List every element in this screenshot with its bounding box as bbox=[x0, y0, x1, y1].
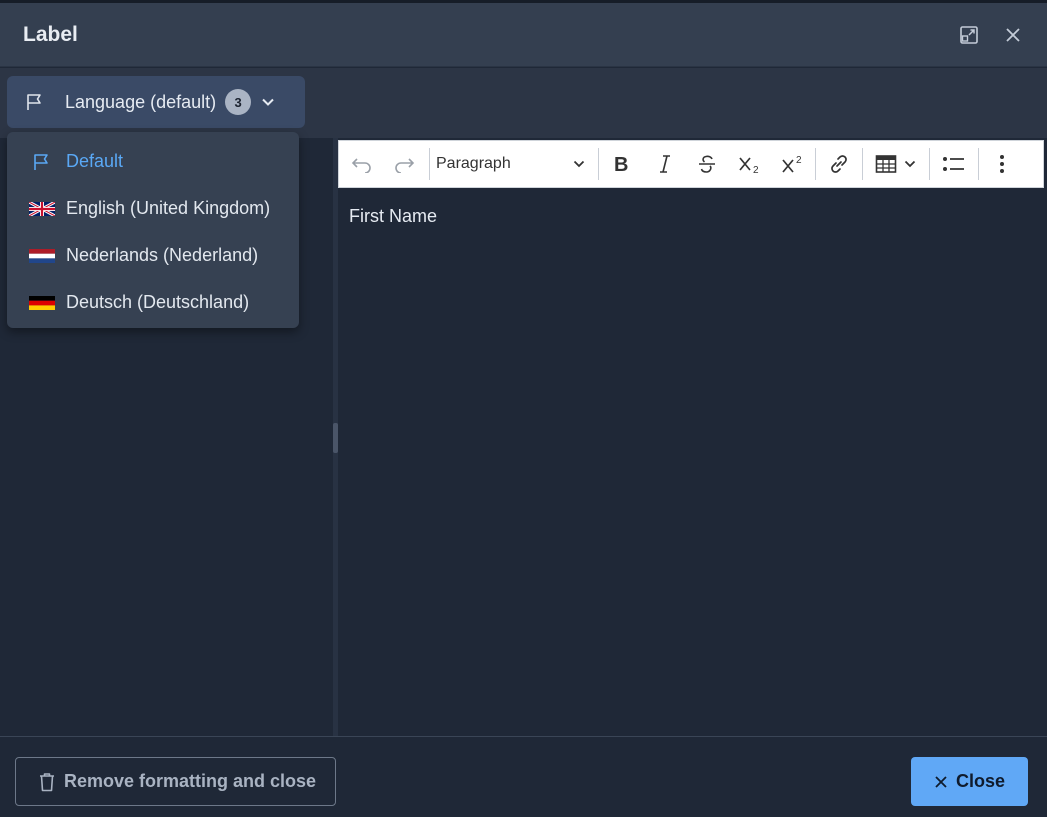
language-option-german[interactable]: Deutsch (Deutschland) bbox=[7, 279, 299, 326]
expand-button[interactable] bbox=[957, 23, 981, 47]
expand-icon bbox=[960, 26, 978, 44]
subscript-icon: 2 bbox=[739, 157, 759, 174]
more-options-button[interactable] bbox=[979, 146, 1025, 182]
svg-text:B: B bbox=[614, 154, 628, 174]
de-flag-icon bbox=[29, 295, 55, 311]
editor-toolbar: Paragraph B 2 2 bbox=[338, 140, 1044, 188]
close-icon bbox=[1006, 28, 1020, 42]
undo-button[interactable] bbox=[339, 146, 385, 182]
uk-flag-icon bbox=[29, 201, 55, 217]
redo-button[interactable] bbox=[385, 146, 423, 182]
remove-formatting-button[interactable]: Remove formatting and close bbox=[15, 757, 336, 806]
dialog-header: Label bbox=[0, 3, 1047, 67]
table-icon bbox=[875, 155, 897, 173]
remove-formatting-label: Remove formatting and close bbox=[64, 771, 317, 791]
close-dialog-button[interactable] bbox=[1001, 23, 1025, 47]
block-format-value: Paragraph bbox=[436, 155, 511, 172]
redo-icon bbox=[395, 158, 415, 173]
rich-text-editor: Paragraph B 2 2 First Name bbox=[338, 140, 1044, 736]
close-icon bbox=[935, 775, 947, 788]
close-label: Close bbox=[955, 771, 1006, 791]
bulleted-list-icon bbox=[943, 157, 964, 171]
label-dialog: Label Language (default) 3 Paragraph B 2… bbox=[0, 0, 1047, 817]
trash-icon bbox=[40, 772, 54, 791]
nl-flag-icon bbox=[29, 248, 55, 264]
language-dropdown-button[interactable]: Language (default) 3 bbox=[7, 76, 305, 128]
language-option-default[interactable]: Default bbox=[7, 138, 299, 185]
superscript-icon: 2 bbox=[782, 155, 802, 173]
bold-button[interactable]: B bbox=[599, 146, 645, 182]
strikethrough-icon bbox=[699, 155, 715, 173]
language-option-label: Deutsch (Deutschland) bbox=[66, 292, 250, 312]
strikethrough-button[interactable] bbox=[685, 146, 729, 182]
bulleted-list-button[interactable] bbox=[930, 146, 978, 182]
language-bar: Language (default) 3 bbox=[0, 68, 1047, 138]
svg-text:2: 2 bbox=[753, 165, 759, 174]
flag-outline-icon bbox=[29, 153, 55, 170]
language-option-label: English (United Kingdom) bbox=[66, 198, 271, 218]
language-count-badge: 3 bbox=[225, 89, 252, 115]
close-button[interactable]: Close bbox=[911, 757, 1028, 806]
language-label: Language (default) bbox=[65, 91, 217, 112]
link-icon bbox=[831, 155, 847, 173]
editor-content[interactable]: First Name bbox=[349, 206, 437, 227]
language-option-label: Nederlands (Nederland) bbox=[66, 245, 259, 265]
language-option-dutch[interactable]: Nederlands (Nederland) bbox=[7, 232, 299, 279]
subscript-button[interactable]: 2 bbox=[729, 146, 771, 182]
svg-text:2: 2 bbox=[796, 155, 802, 166]
table-button[interactable] bbox=[863, 146, 929, 182]
more-icon bbox=[1000, 155, 1004, 173]
language-option-english[interactable]: English (United Kingdom) bbox=[7, 185, 299, 232]
italic-icon bbox=[660, 155, 670, 173]
superscript-button[interactable]: 2 bbox=[771, 146, 815, 182]
bold-icon: B bbox=[614, 154, 628, 174]
italic-button[interactable] bbox=[645, 146, 685, 182]
chevron-down-icon bbox=[260, 93, 278, 111]
dialog-footer: Remove formatting and close Close bbox=[0, 736, 1047, 817]
undo-icon bbox=[351, 158, 371, 173]
chevron-down-icon bbox=[904, 160, 916, 168]
language-dropdown-menu: Default English (United Kingdom) Nederla… bbox=[7, 132, 299, 328]
language-option-label: Default bbox=[66, 151, 124, 171]
link-button[interactable] bbox=[816, 146, 862, 182]
block-format-select[interactable]: Paragraph bbox=[430, 146, 598, 182]
flag-icon bbox=[25, 91, 47, 113]
chevron-down-icon bbox=[573, 160, 585, 168]
dialog-title: Label bbox=[23, 23, 78, 46]
